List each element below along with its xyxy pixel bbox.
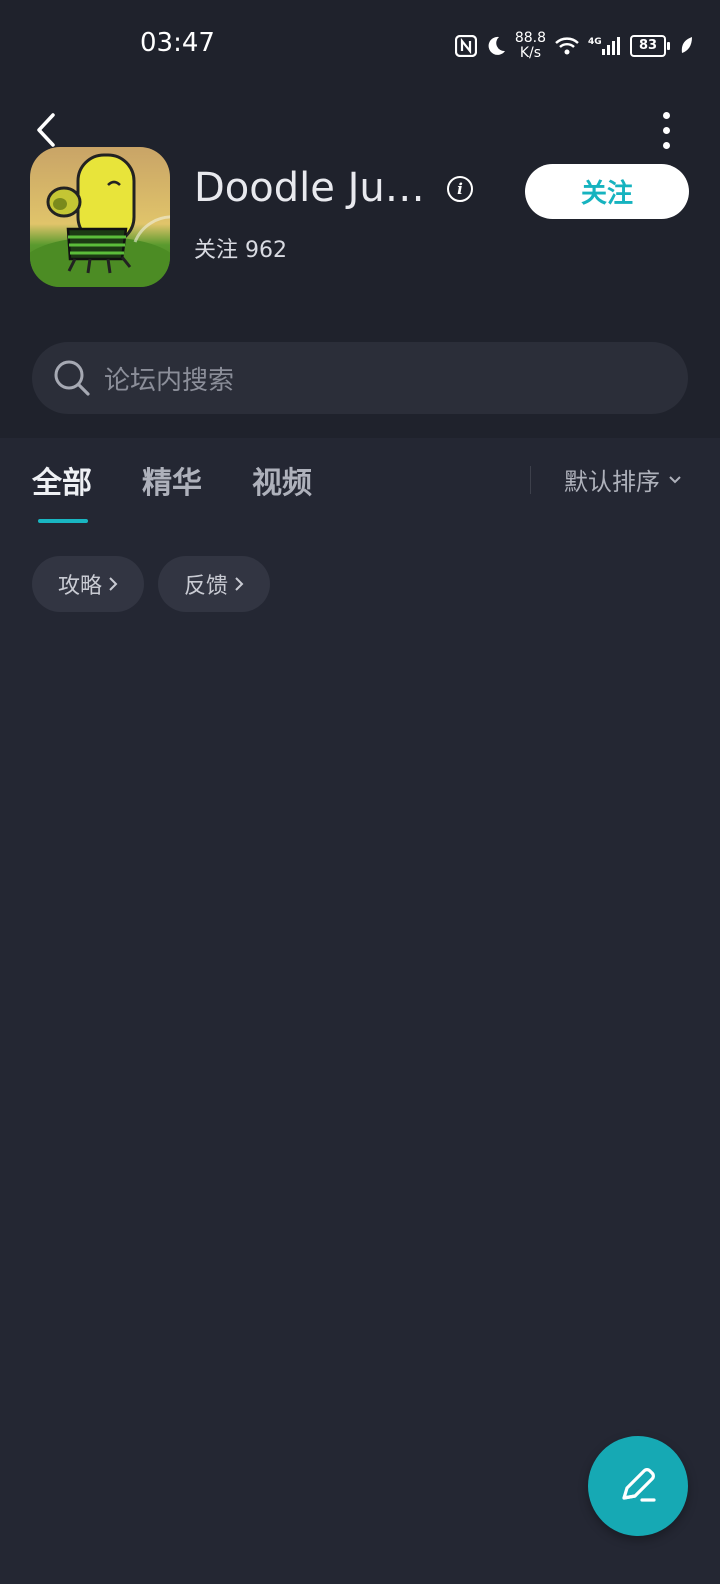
back-button[interactable] [28, 110, 64, 150]
info-icon[interactable]: i [447, 176, 473, 202]
net-speed: 88.8 K/s [515, 31, 546, 61]
network-type: 4G [588, 37, 602, 47]
tab-active-indicator [38, 519, 88, 523]
chip-feedback[interactable]: 反馈 [158, 556, 270, 612]
chevron-right-icon [235, 577, 244, 591]
search-input[interactable]: 论坛内搜索 [32, 342, 688, 414]
follower-number: 962 [245, 238, 288, 263]
leaf-icon [680, 36, 694, 56]
more-button[interactable] [648, 110, 684, 150]
chip-feedback-label: 反馈 [183, 574, 228, 599]
signal-icon: 4G [588, 35, 622, 57]
status-bar: 03:47 88.8 K/s 4G 83 [0, 0, 720, 90]
pen-icon [622, 1468, 656, 1502]
app-title: Doodle Ju… [194, 165, 425, 211]
compose-button[interactable] [588, 1436, 688, 1536]
nfc-icon [454, 35, 477, 57]
status-time: 03:47 [140, 28, 215, 58]
battery-icon: 83 [630, 35, 670, 57]
app-icon [30, 147, 170, 287]
search-placeholder: 论坛内搜索 [104, 365, 235, 396]
search-icon [52, 358, 92, 398]
status-icons: 88.8 K/s 4G 83 [454, 28, 694, 64]
follower-label: 关注 [194, 238, 239, 263]
tab-all[interactable]: 全部 [32, 458, 92, 502]
tab-bar: 全部 精华 视频 默认排序 [0, 458, 720, 528]
wifi-icon [554, 35, 580, 57]
follow-button[interactable]: 关注 [525, 164, 689, 219]
chevron-right-icon [109, 577, 118, 591]
sort-label: 默认排序 [564, 468, 660, 496]
tab-video[interactable]: 视频 [252, 458, 312, 502]
chevron-down-icon [669, 475, 681, 483]
divider [530, 466, 531, 494]
tab-featured[interactable]: 精华 [142, 458, 202, 502]
more-vertical-icon [662, 111, 670, 119]
net-speed-value: 88.8 [514, 30, 546, 46]
chip-guide-label: 攻略 [57, 574, 102, 599]
sort-dropdown[interactable]: 默认排序 [564, 462, 682, 497]
chip-guide[interactable]: 攻略 [32, 556, 144, 612]
net-speed-unit: K/s [519, 45, 542, 61]
chevron-left-icon [37, 113, 55, 147]
follower-count: 关注 962 [194, 232, 287, 264]
moon-icon [485, 35, 507, 57]
